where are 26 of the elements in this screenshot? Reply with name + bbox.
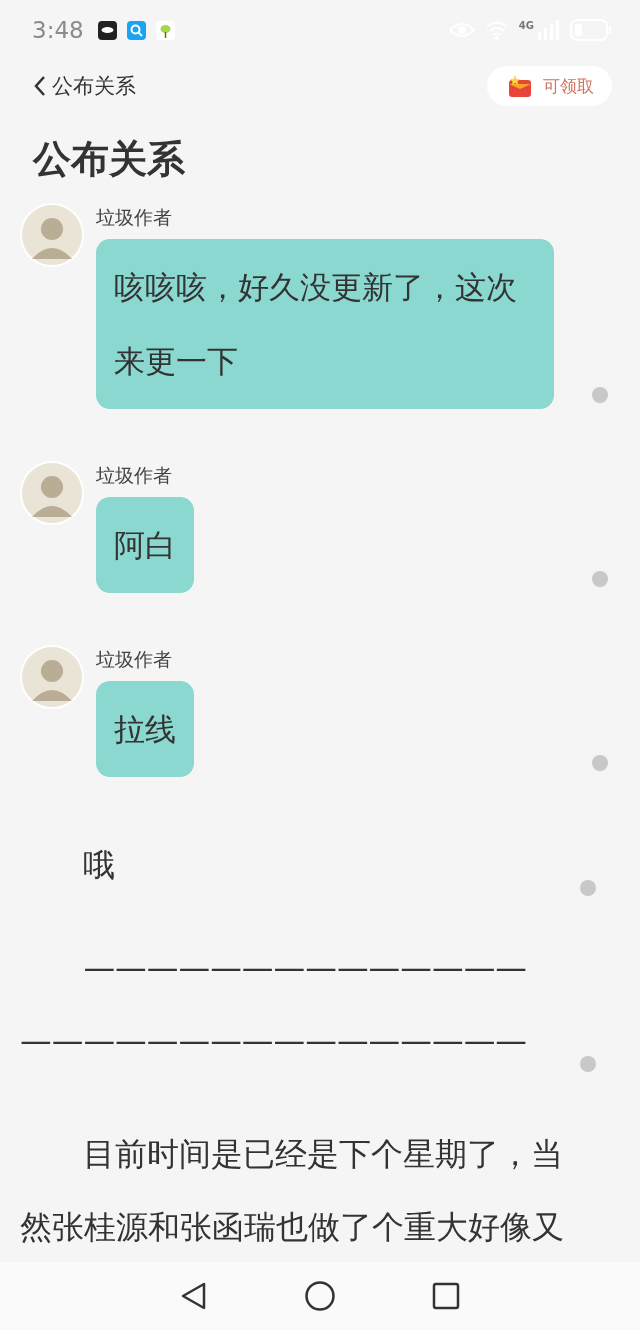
marker-dot xyxy=(580,1056,596,1072)
clock: 3:48 xyxy=(32,17,84,43)
marker-dot xyxy=(592,755,608,771)
author-name: 垃圾作者 xyxy=(96,463,172,488)
back-button[interactable]: 公布关系 xyxy=(34,72,136,100)
author-name: 垃圾作者 xyxy=(96,205,172,230)
search-icon xyxy=(126,20,146,40)
network-label: 4G xyxy=(518,20,534,31)
home-nav-button[interactable] xyxy=(304,1280,336,1312)
message-bubble: 阿白 xyxy=(96,497,194,593)
paragraph-text: ———————————————— xyxy=(20,1022,528,1061)
message-bubble: 拉线 xyxy=(96,681,194,777)
marker-dot xyxy=(580,880,596,896)
author-name: 垃圾作者 xyxy=(96,647,172,672)
paragraph-text: —————————————— xyxy=(82,949,528,988)
message-bubble: 咳咳咳，好久没更新了，这次来更一下 xyxy=(96,239,554,409)
marker-dot xyxy=(592,387,608,403)
back-icon xyxy=(34,75,46,97)
marker-dot xyxy=(592,571,608,587)
tree-icon xyxy=(155,20,175,40)
paragraph-text: 哦 xyxy=(82,846,117,885)
paragraph-text: 目前时间是已经是下个星期了，当然张桂源和张函瑞也做了个重大好像又 xyxy=(20,1135,565,1247)
gift-icon xyxy=(507,74,533,98)
page-title: 公布关系 xyxy=(33,136,186,183)
recents-nav-button[interactable] xyxy=(430,1280,462,1312)
app-icon xyxy=(97,20,117,40)
